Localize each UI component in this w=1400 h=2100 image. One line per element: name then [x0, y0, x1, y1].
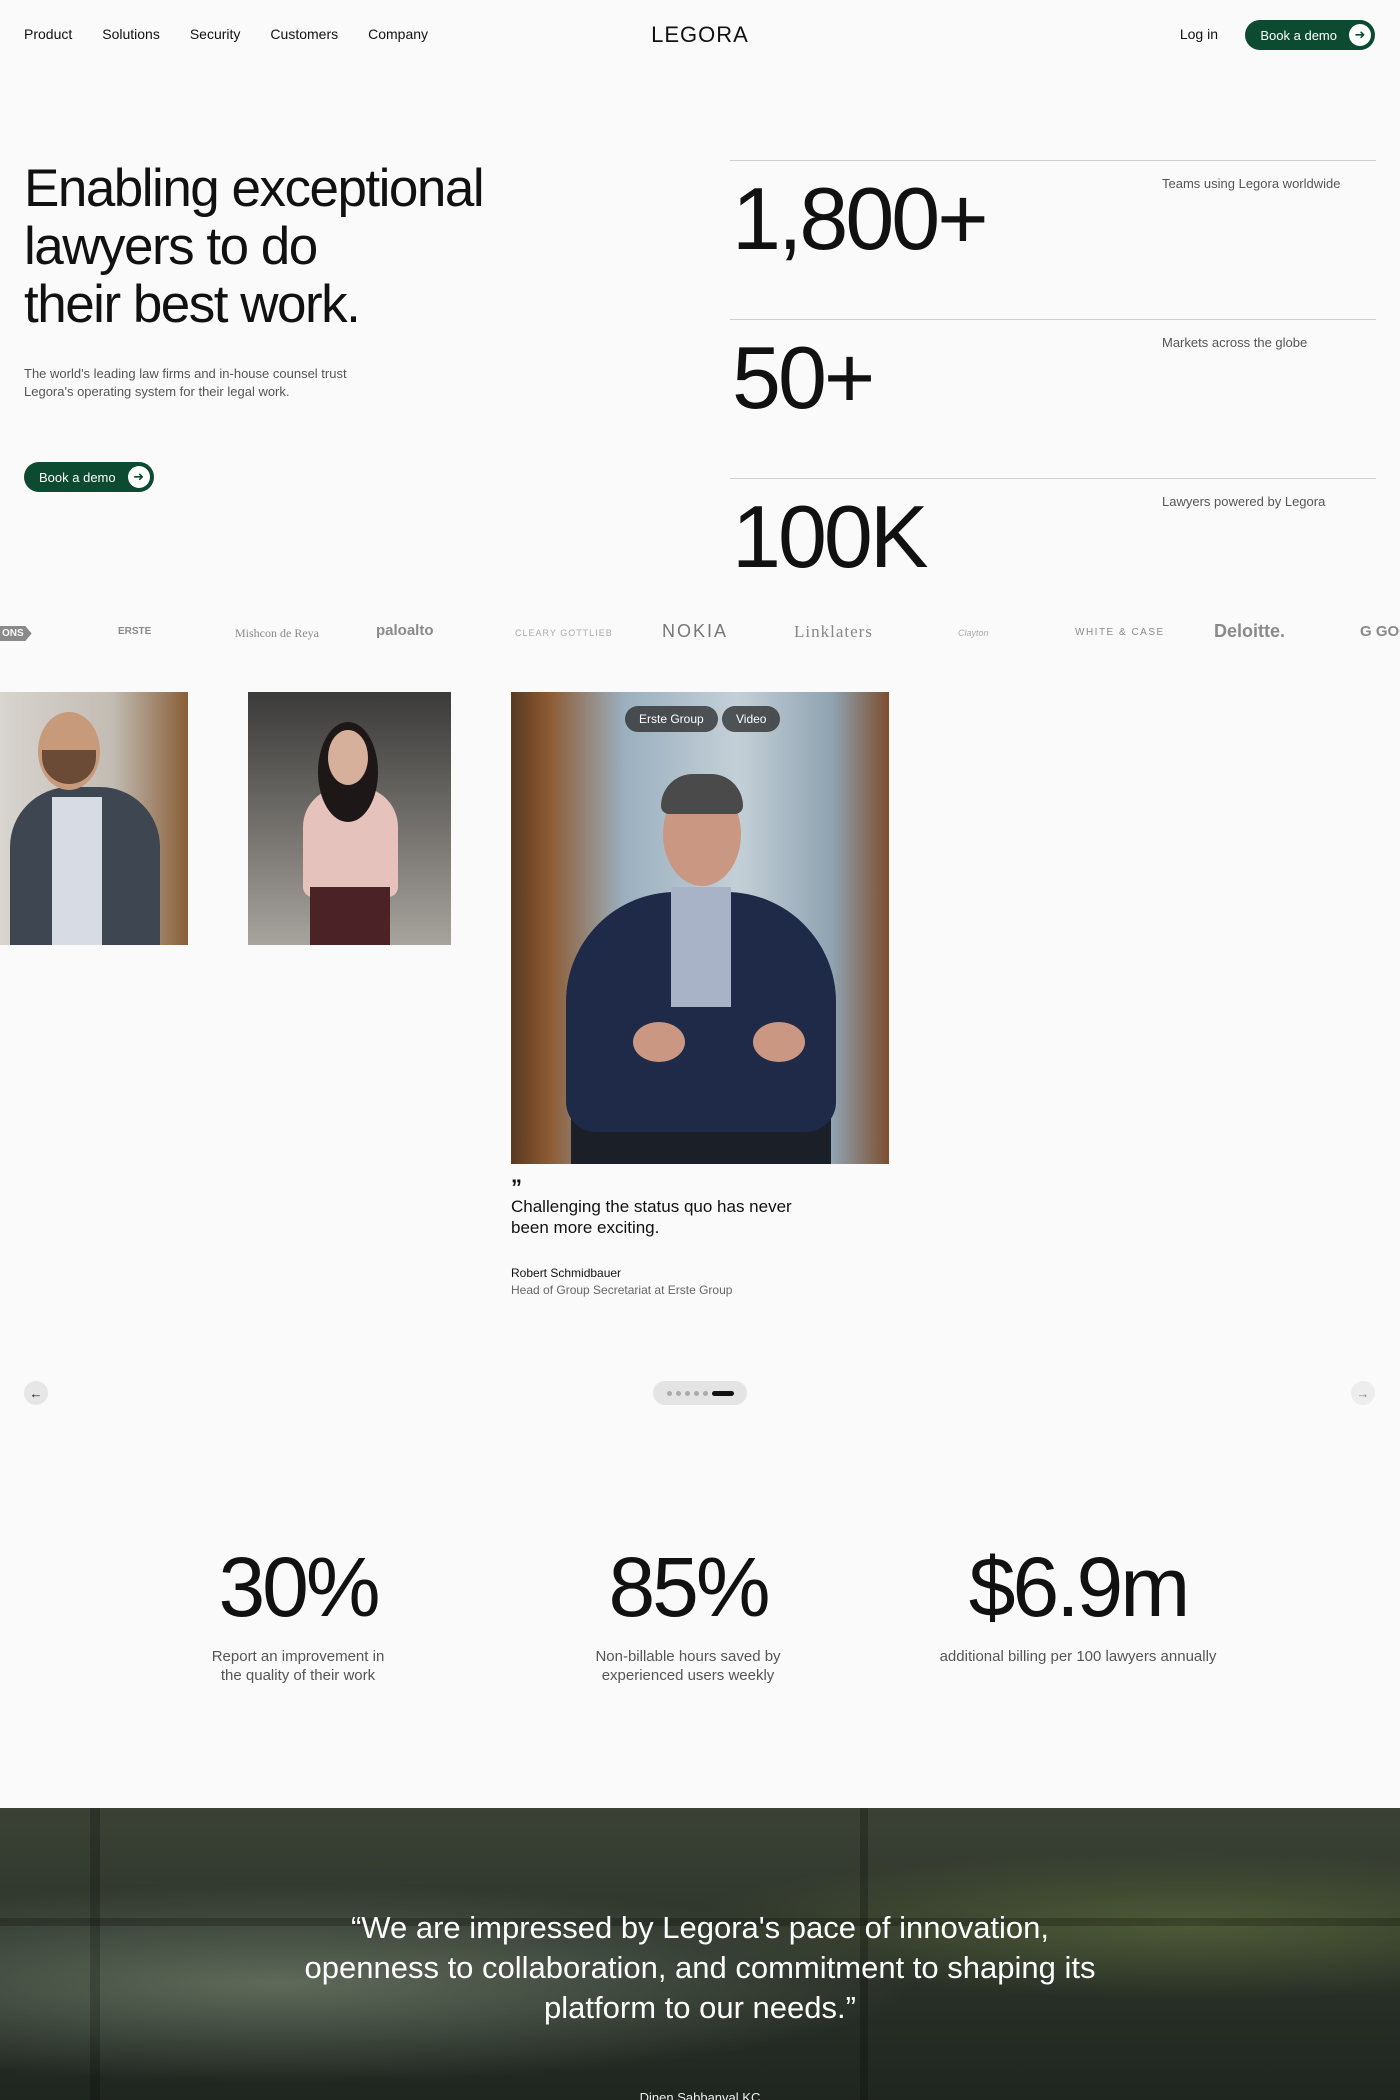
pager-dot[interactable]: [702, 1390, 708, 1396]
carousel-pager: [653, 1381, 747, 1405]
stat-value: 100K: [732, 487, 929, 586]
hero-title-line: Enabling exceptional: [24, 159, 485, 218]
book-demo-label: Book a demo: [39, 469, 116, 485]
top-nav: Product Solutions Security Customers Com…: [0, 0, 1400, 70]
company-tag: Erste Group: [625, 706, 718, 732]
metric-value: 85%: [608, 1540, 770, 1634]
arrow-right-icon: →: [1356, 1385, 1370, 1401]
nav-company[interactable]: Company: [368, 26, 428, 42]
testimonial-banner: “We are impressed by Legora's pace of in…: [0, 1808, 1400, 2100]
testimonial-role: Head of Group Secretariat at Erste Group: [511, 1283, 733, 1297]
stat-label: Teams using Legora worldwide: [1162, 176, 1341, 191]
logo-clayton: Clayton: [958, 628, 989, 638]
metric-item: 85% Non-billable hours saved by experien…: [528, 1545, 848, 1685]
pager-dot[interactable]: [684, 1390, 690, 1396]
testimonial-author: Robert Schmidbauer: [511, 1266, 622, 1280]
metric-label: Non-billable hours saved by experienced …: [595, 1648, 781, 1684]
login-link[interactable]: Log in: [1180, 26, 1218, 42]
metric-value: $6.9m: [968, 1540, 1190, 1634]
logo-erste: ERSTE: [118, 626, 152, 637]
nav-security[interactable]: Security: [190, 26, 241, 42]
stat-value: 1,800+: [732, 169, 989, 268]
arrow-right-icon: ➜: [1349, 24, 1371, 46]
pager-dot[interactable]: [693, 1390, 699, 1396]
carousel-prev-button[interactable]: ←: [24, 1381, 48, 1405]
logo-ons: ONS: [0, 626, 32, 641]
metric-label: additional billing per 100 lawyers annua…: [939, 1648, 1217, 1665]
logo-white-case: WHITE & CASE: [1075, 627, 1165, 638]
arrow-left-icon: ←: [29, 1385, 43, 1401]
hero-title-line: their best work.: [24, 275, 361, 334]
pager-dot[interactable]: [666, 1390, 672, 1396]
hero-subtitle: The world's leading law firms and in-hou…: [24, 366, 347, 399]
logo-paloalto: paloalto: [376, 622, 434, 639]
logo-nokia: NOKIA: [662, 621, 729, 641]
metric-value: 30%: [218, 1540, 380, 1634]
testimonial-quote: Challenging the status quo has never bee…: [511, 1197, 792, 1237]
nav-product[interactable]: Product: [24, 26, 72, 42]
video-tag: Video: [722, 706, 781, 732]
stat-value: 50+: [732, 328, 875, 427]
book-demo-button[interactable]: Book a demo ➜: [1245, 20, 1375, 50]
stat-row: 1,800+ Teams using Legora worldwide: [730, 160, 1376, 319]
nav-solutions[interactable]: Solutions: [102, 26, 160, 42]
logo-linklaters: Linklaters: [794, 622, 873, 641]
hero-title-line: lawyers to do: [24, 217, 318, 276]
carousel-next-button[interactable]: →: [1351, 1381, 1375, 1405]
logo-mishcon: Mishcon de Reya: [235, 626, 319, 640]
stat-row: 50+ Markets across the globe: [730, 319, 1376, 478]
stat-label: Lawyers powered by Legora: [1162, 494, 1326, 509]
banner-quote: “We are impressed by Legora's pace of in…: [304, 1910, 1096, 2025]
logo-cleary: CLEARY GOTTLIEB: [515, 628, 613, 638]
hero-title: Enabling exceptional lawyers to do their…: [24, 160, 544, 334]
brand-logo[interactable]: LEGORA: [651, 22, 749, 48]
book-demo-label: Book a demo: [1260, 27, 1337, 43]
customer-logo-strip: ONS ERSTE Mishcon de Reya paloalto CLEAR…: [0, 616, 1400, 652]
primary-nav: Product Solutions Security Customers Com…: [24, 26, 428, 42]
logo-partial: G GOO: [1360, 623, 1400, 640]
nav-customers[interactable]: Customers: [270, 26, 338, 42]
pager-dot-active[interactable]: [711, 1390, 734, 1396]
metric-item: $6.9m additional billing per 100 lawyers…: [918, 1545, 1238, 1666]
stat-label: Markets across the globe: [1162, 335, 1308, 350]
metric-label: Report an improvement in the quality of …: [211, 1648, 385, 1684]
logo-deloitte: Deloitte.: [1214, 621, 1286, 641]
metric-item: 30% Report an improvement in the quality…: [138, 1545, 458, 1685]
arrow-right-icon: ➜: [127, 466, 150, 488]
hero-book-demo-button[interactable]: Book a demo ➜: [24, 462, 154, 492]
banner-author: Dinen Sabbanval KC: [639, 2090, 761, 2100]
customer-photo[interactable]: [0, 692, 188, 945]
stat-row: 100K Lawyers powered by Legora: [730, 478, 1376, 637]
featured-video[interactable]: Erste Group Video: [511, 692, 889, 1164]
pager-dot[interactable]: [675, 1390, 681, 1396]
customer-photo[interactable]: [248, 692, 451, 945]
